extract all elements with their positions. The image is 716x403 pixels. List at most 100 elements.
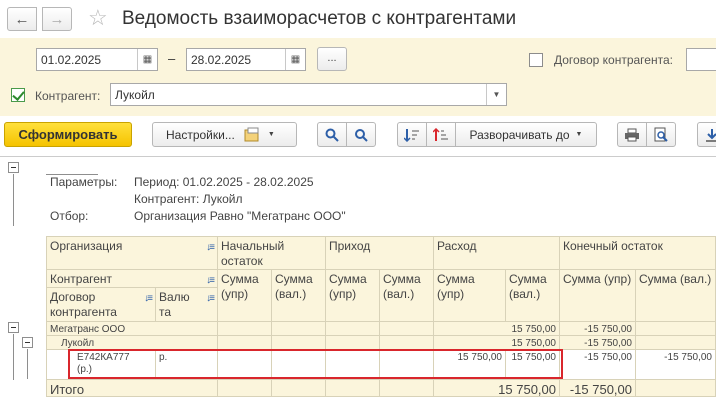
settings-label: Настройки...: [166, 127, 235, 142]
filter-panel: 01.02.2025 ▦ – 28.02.2025 ▦ ... Договор …: [0, 38, 716, 116]
header-opening-val: Сумма (вал.): [272, 270, 326, 322]
arrow-right-icon: →: [49, 10, 65, 28]
header-sum-upr: Сумма (упр): [221, 272, 259, 301]
preview-button[interactable]: [646, 122, 676, 147]
header-income-upr: Сумма (упр): [326, 270, 380, 322]
header-counterparty[interactable]: Контрагент ↓≡: [46, 270, 218, 288]
counterparty-value: Лукойл: [115, 88, 155, 102]
generate-button[interactable]: Сформировать: [4, 122, 132, 147]
search-icon: [325, 128, 339, 142]
header-income-val: Сумма (вал.): [380, 270, 434, 322]
table-row-counterparty[interactable]: Лукойл: [46, 336, 218, 350]
select-period-button[interactable]: ...: [317, 47, 347, 71]
table-row-organization[interactable]: Мегатранс ООО: [46, 322, 218, 336]
sort-icon: ↓≡: [206, 242, 215, 253]
search-button[interactable]: [317, 122, 347, 147]
header-sum-upr: Сумма (упр): [437, 272, 475, 301]
print-button[interactable]: [617, 122, 647, 147]
contract-field[interactable]: [686, 48, 716, 71]
table-cell: [326, 380, 380, 397]
selection-text: Организация Равно "Мегатранс ООО": [134, 209, 346, 223]
header-opening-label: Начальный остаток: [221, 239, 285, 268]
table-cell: [218, 380, 272, 397]
header-income: Приход: [326, 236, 434, 270]
date-from-value: 01.02.2025: [41, 53, 102, 67]
header-currency[interactable]: Валюта ↓≡: [156, 288, 218, 322]
row-contract-closing-upr: -15 750,00: [560, 350, 636, 380]
table-cell: [272, 336, 326, 350]
header-sum-upr: Сумма (упр): [329, 272, 367, 301]
header-sum-val: Сумма (вал.): [509, 272, 547, 301]
header-income-label: Приход: [329, 239, 371, 253]
collapse-counterparty-icon[interactable]: [22, 337, 33, 348]
header-expense: Расход: [434, 236, 560, 270]
header-closing-upr: Сумма (упр): [560, 270, 636, 322]
counterparty-field[interactable]: Лукойл ▼: [110, 83, 507, 106]
collapse-params-icon[interactable]: [8, 162, 19, 173]
calendar-icon[interactable]: ▦: [137, 49, 157, 70]
header-organization-label: Организация: [50, 239, 123, 253]
back-button[interactable]: ←: [7, 7, 37, 31]
tree-line: [13, 174, 14, 226]
total-expense-upr: 15 750,00: [434, 380, 560, 397]
table-cell: [636, 322, 716, 336]
search-next-button[interactable]: [346, 122, 376, 147]
calendar-icon[interactable]: ▦: [285, 49, 305, 70]
params-counterparty: Контрагент: Лукойл: [134, 192, 243, 206]
contract-checkbox[interactable]: [529, 53, 543, 67]
table-cell: [326, 336, 380, 350]
table-cell: [218, 336, 272, 350]
table-cell: [636, 380, 716, 397]
table-cell: [380, 322, 434, 336]
sort-descending-button[interactable]: [426, 122, 456, 147]
chevron-down-icon[interactable]: ▼: [486, 84, 506, 105]
row-org-name: Мегатранс ООО: [50, 324, 126, 335]
row-cp-expense-upr: 15 750,00: [434, 336, 560, 350]
arrow-left-icon: ←: [14, 10, 30, 28]
header-contract[interactable]: Договор контрагента ↓≡: [46, 288, 156, 322]
expand-to-button[interactable]: Разворачивать до ▼: [455, 122, 597, 147]
variant-icon: [244, 127, 262, 143]
header-organization[interactable]: Организация ↓≡: [46, 236, 218, 270]
table-cell: [636, 336, 716, 350]
table-cell: [218, 322, 272, 336]
header-closing-val: Сумма (вал.): [636, 270, 716, 322]
toolbar: Сформировать Настройки... ▼ Разворачиват…: [0, 116, 716, 154]
sort-asc-icon: [404, 128, 419, 142]
save-button[interactable]: [697, 122, 716, 147]
date-from-field[interactable]: 01.02.2025 ▦: [36, 48, 158, 71]
date-to-field[interactable]: 28.02.2025 ▦: [186, 48, 306, 71]
sort-icon: ↓≡: [206, 275, 215, 286]
star-icon[interactable]: ☆: [88, 5, 108, 31]
header-closing-label: Конечный остаток: [563, 239, 663, 253]
row-cp-name: Лукойл: [61, 338, 95, 349]
header-opening: Начальный остаток: [218, 236, 326, 270]
tree-line: [13, 334, 14, 380]
row-org-expense-upr: 15 750,00: [434, 322, 560, 336]
chevron-down-icon: ▼: [267, 131, 275, 138]
params-period: Период: 01.02.2025 - 28.02.2025: [134, 175, 314, 189]
header-currency-label: Валюта: [159, 290, 190, 319]
collapse-org-icon[interactable]: [8, 322, 19, 333]
date-to-value: 28.02.2025: [191, 53, 252, 67]
sort-ascending-button[interactable]: [397, 122, 427, 147]
settings-button[interactable]: Настройки... ▼: [152, 122, 297, 147]
header-counterparty-label: Контрагент: [50, 272, 113, 286]
params-label: Параметры:: [50, 175, 118, 189]
header-sum-val: Сумма (вал.): [383, 272, 421, 301]
header-expense-upr: Сумма (упр): [434, 270, 506, 322]
table-cell: [272, 380, 326, 397]
highlight-frame: [68, 349, 563, 379]
counterparty-checkbox[interactable]: [11, 88, 25, 102]
sort-icon: ↓≡: [144, 293, 153, 304]
contract-label: Договор контрагента:: [554, 53, 673, 67]
title-bar: ← → ☆ Ведомость взаиморасчетов с контраг…: [0, 0, 716, 38]
table-cell: [326, 322, 380, 336]
header-sum-upr: Сумма (упр): [563, 272, 632, 286]
row-contract-closing-val: -15 750,00: [636, 350, 716, 380]
row-cp-closing-upr: -15 750,00: [560, 336, 636, 350]
header-opening-upr: Сумма (упр): [218, 270, 272, 322]
header-sum-val: Сумма (вал.): [275, 272, 313, 301]
forward-button[interactable]: →: [42, 7, 72, 31]
table-cell: [380, 336, 434, 350]
